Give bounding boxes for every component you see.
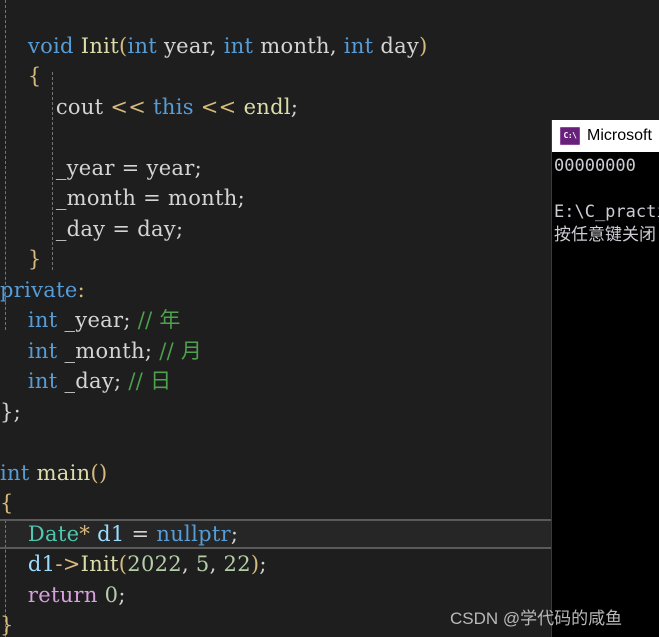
console-window-title: Microsoft: [587, 127, 652, 144]
token-var-d1-decl: d1: [90, 521, 125, 546]
token-type-date: Date: [27, 521, 80, 546]
token-arg-year: year: [146, 155, 195, 180]
console-output-line-2: E:\C_practi: [554, 202, 659, 222]
token-brace-close-init: }: [27, 247, 42, 271]
token-colon-private: :: [77, 277, 85, 302]
token-assign-7: =: [105, 216, 138, 241]
token-var-d1-call: d1: [27, 552, 56, 576]
token-keyword-int-year: int: [27, 308, 58, 332]
code-line-2[interactable]: {: [0, 61, 659, 92]
token-semicolon-5: ;: [194, 155, 202, 180]
token-number-22: 22: [223, 552, 251, 576]
token-number-5: 5: [195, 552, 210, 576]
token-comma-2: ,: [209, 552, 224, 576]
token-semicolon-3: ;: [290, 94, 299, 119]
token-brace-close-main: }: [0, 613, 14, 637]
token-shift-2: <<: [193, 94, 244, 119]
console-output-line-3: 按任意键关闭: [554, 225, 656, 245]
console-icon-label: C:\: [563, 131, 577, 140]
console-output-line-1: [554, 178, 659, 201]
token-assign-5: =: [114, 155, 147, 180]
token-arg-day: day: [137, 216, 176, 241]
console-titlebar[interactable]: C:\ Microsoft: [552, 120, 659, 152]
token-arg-month: month: [168, 186, 238, 210]
token-keyword-int-1: int: [127, 33, 158, 58]
token-semicolon-7: ;: [175, 216, 184, 241]
token-semicolon-18: ;: [259, 552, 267, 576]
token-shift-1: <<: [103, 94, 154, 119]
token-comment-day: // 日: [121, 369, 172, 393]
token-main-parens: (): [90, 460, 108, 485]
screenshot-root: void Init(int year, int month, int day) …: [0, 0, 659, 637]
token-member-month: _month: [55, 186, 137, 210]
token-semicolon-17: ;: [230, 521, 239, 546]
token-param-year: year,: [157, 33, 224, 58]
token-member-year: _year: [55, 155, 115, 180]
token-param-month: month,: [253, 33, 344, 58]
token-endl: endl: [243, 94, 291, 119]
token-function-init: Init: [80, 33, 119, 58]
token-pointer-star: *: [79, 521, 91, 546]
token-number-zero: 0: [97, 582, 119, 607]
token-cout: cout: [55, 94, 104, 119]
token-assign-17: =: [124, 521, 157, 546]
console-output[interactable]: 00000000 E:\C_practi 按任意键关闭: [552, 152, 659, 637]
console-output-line-0: 00000000: [554, 156, 636, 176]
token-keyword-int-day: int: [27, 369, 58, 393]
token-keyword-int-month: int: [27, 338, 58, 363]
console-window[interactable]: C:\ Microsoft 00000000 E:\C_practi 按任意键关…: [552, 120, 659, 637]
code-line-0[interactable]: [0, 0, 659, 31]
token-member-day: _day: [55, 216, 106, 241]
token-field-year: _year: [57, 308, 124, 332]
token-semicolon-19: ;: [118, 582, 126, 607]
token-class-close: };: [0, 399, 22, 424]
token-keyword-int-2: int: [223, 33, 254, 58]
token-param-day: day: [373, 33, 420, 58]
token-comma-1: ,: [181, 552, 196, 576]
token-number-2022: 2022: [127, 552, 182, 576]
token-comment-year: // 年: [130, 308, 181, 332]
token-semicolon-10: ;: [123, 308, 131, 332]
console-app-icon: C:\: [560, 127, 580, 145]
token-keyword-this: this: [153, 94, 194, 119]
token-call-init: Init: [80, 552, 119, 576]
token-brace-open-init: {: [27, 64, 42, 88]
token-keyword-void: void: [27, 33, 74, 58]
code-line-3[interactable]: cout << this << endl;: [0, 92, 659, 123]
token-brace-open-main: {: [0, 491, 14, 515]
token-keyword-int-3: int: [343, 33, 374, 58]
token-arrow-operator: ->: [55, 552, 81, 576]
token-keyword-int-main: int: [0, 460, 30, 485]
token-field-day: _day: [57, 369, 115, 393]
token-assign-6: =: [136, 186, 169, 210]
token-comment-month: // 月: [152, 338, 203, 363]
code-line-1[interactable]: void Init(int year, int month, int day): [0, 31, 659, 62]
token-keyword-return: return: [27, 582, 98, 607]
token-function-main: main: [29, 460, 91, 485]
token-paren-close: ): [419, 33, 428, 58]
token-field-month: _month: [57, 338, 145, 363]
token-keyword-private: private: [0, 277, 78, 302]
token-semicolon-6: ;: [237, 186, 245, 210]
token-keyword-nullptr: nullptr: [156, 521, 231, 546]
